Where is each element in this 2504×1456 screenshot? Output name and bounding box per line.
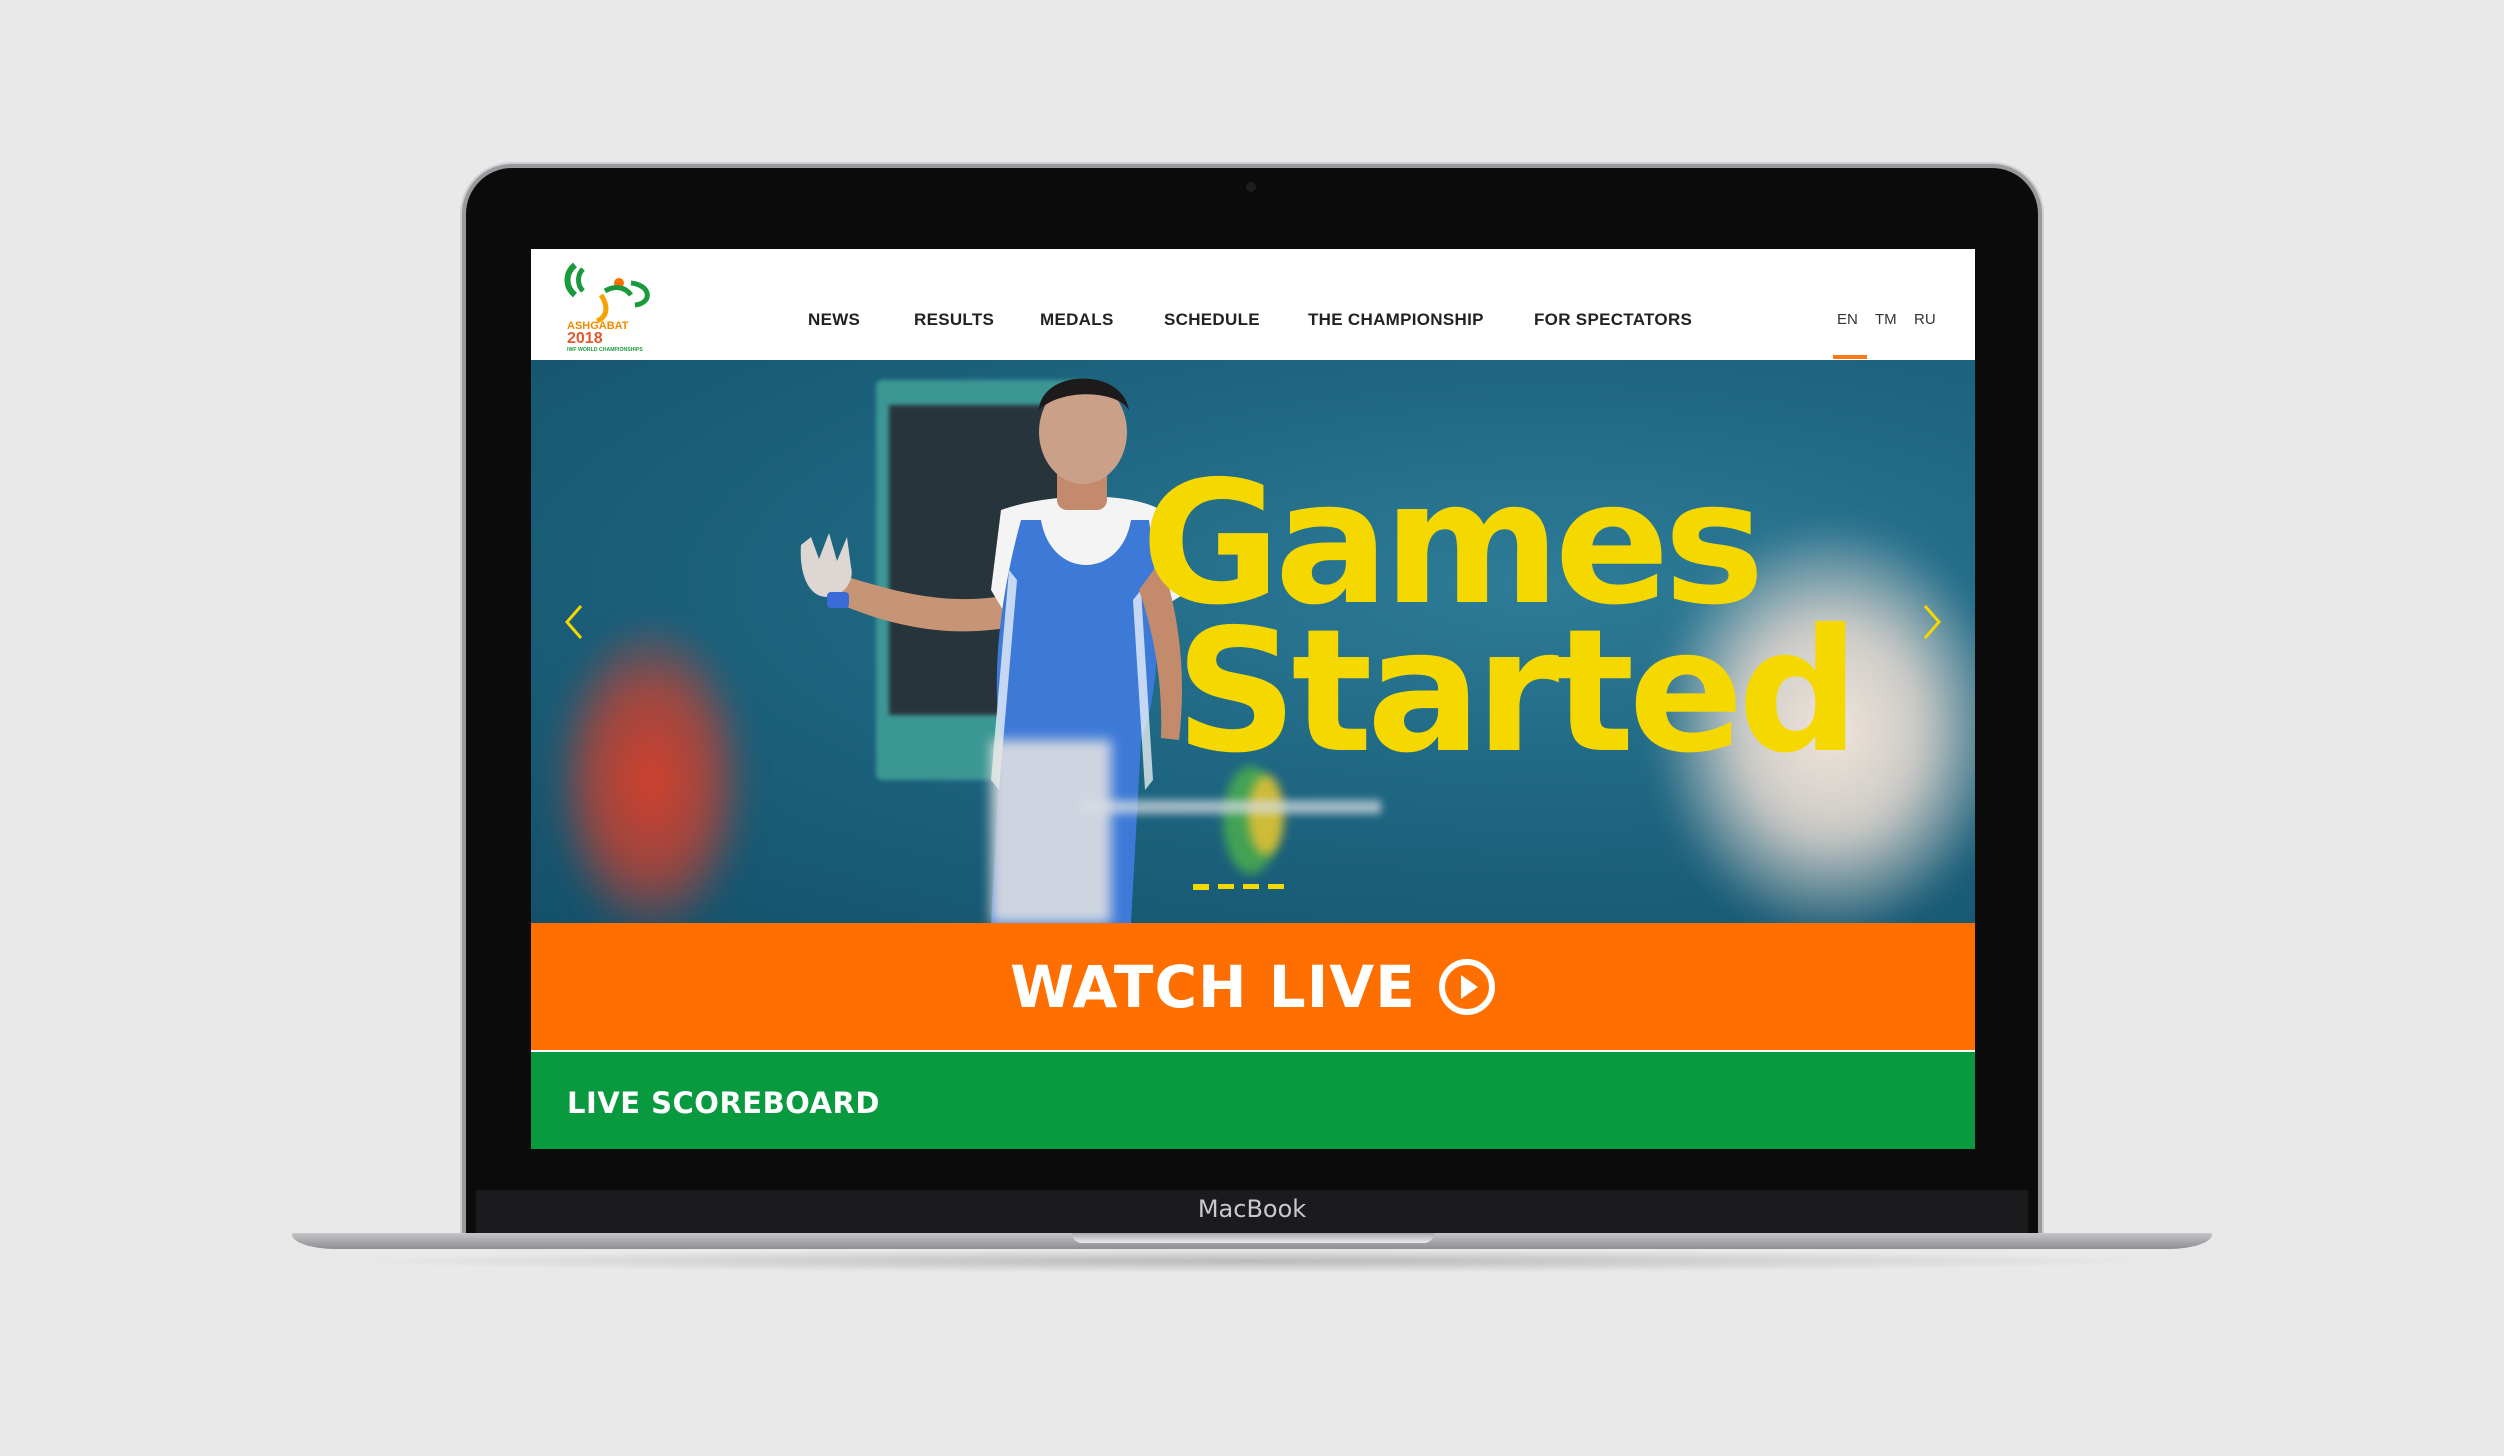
slider-dot-4[interactable]: [1268, 884, 1284, 889]
language-tm[interactable]: TM: [1875, 311, 1897, 328]
site-header: ASHGABAT 2018 IWF WORLD CHAMPIONSHIPS NE…: [531, 249, 1975, 360]
hero-title-line2: Started: [1175, 593, 1860, 791]
device-label: MacBook: [1197, 1195, 1307, 1223]
play-icon: [1438, 958, 1495, 1015]
slider-dot-2[interactable]: [1218, 884, 1234, 889]
hero-slider: Games Started: [531, 360, 1975, 923]
website-screen: ASHGABAT 2018 IWF WORLD CHAMPIONSHIPS NE…: [531, 249, 1975, 1149]
slider-dot-1[interactable]: [1193, 884, 1209, 890]
live-scoreboard-link[interactable]: LIVE SCOREBOARD: [567, 1086, 880, 1120]
laptop-shadow: [330, 1249, 2174, 1273]
live-scoreboard-bar: LIVE SCOREBOARD: [531, 1052, 1975, 1149]
language-ru[interactable]: RU: [1914, 311, 1936, 328]
nav-item-for-spectators[interactable]: FOR SPECTATORS: [1534, 310, 1692, 330]
active-language-indicator: [1833, 355, 1867, 359]
hero-title: Games Started: [1141, 459, 1860, 791]
laptop-notch: [1072, 1233, 1434, 1243]
nav-item-medals[interactable]: MEDALS: [1040, 310, 1114, 330]
nav-item-the-championship[interactable]: THE CHAMPIONSHIP: [1308, 310, 1484, 330]
slider-next-arrow-icon[interactable]: [1919, 602, 1945, 642]
nav-item-results[interactable]: RESULTS: [914, 310, 994, 330]
slider-pagination: [1193, 884, 1284, 890]
slider-dot-3[interactable]: [1243, 884, 1259, 889]
watch-live-label: WATCH LIVE: [1010, 952, 1416, 1021]
camera-icon: [1246, 182, 1256, 192]
nav-item-schedule[interactable]: SCHEDULE: [1164, 310, 1260, 330]
slider-prev-arrow-icon[interactable]: [561, 602, 587, 642]
main-nav: NEWS RESULTS MEDALS SCHEDULE THE CHAMPIO…: [531, 249, 1975, 360]
language-en[interactable]: EN: [1837, 311, 1858, 328]
watch-live-button[interactable]: WATCH LIVE: [531, 923, 1975, 1050]
nav-item-news[interactable]: NEWS: [808, 310, 860, 330]
